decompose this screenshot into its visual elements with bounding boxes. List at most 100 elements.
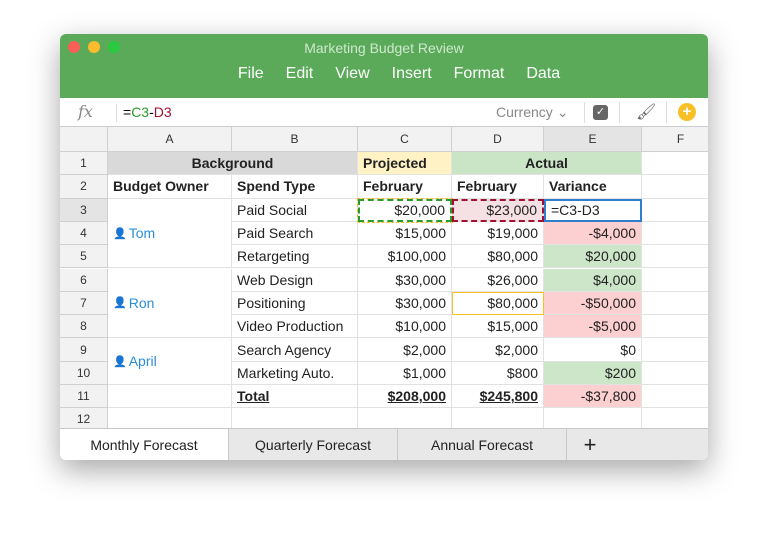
variance-cell[interactable]: -$5,000 xyxy=(544,315,642,339)
projected-cell[interactable]: $1,000 xyxy=(358,361,452,385)
empty-cell[interactable] xyxy=(642,362,708,385)
spend-type-cell[interactable]: Web Design xyxy=(232,268,358,292)
row-header-7[interactable]: 7 xyxy=(60,291,108,316)
menu-edit[interactable]: Edit xyxy=(286,65,314,83)
owner-cell[interactable]: 👤 Tom xyxy=(108,198,232,269)
empty-cell[interactable] xyxy=(642,245,708,269)
column-header-b[interactable]: B xyxy=(232,127,358,152)
subheader-variance[interactable]: Variance xyxy=(544,175,642,199)
format-dropdown[interactable]: Currency ⌄ xyxy=(496,104,568,121)
empty-cell[interactable] xyxy=(642,292,708,316)
actual-cell[interactable]: $23,000 xyxy=(452,198,544,222)
subheader-actual-february[interactable]: February xyxy=(452,175,544,199)
variance-cell[interactable]: -$37,800 xyxy=(544,385,642,409)
empty-cell[interactable] xyxy=(642,269,708,292)
empty-cell[interactable] xyxy=(642,338,708,362)
spend-type-cell[interactable]: Total xyxy=(232,385,358,409)
add-sheet-button[interactable]: + xyxy=(575,429,605,460)
spend-type-cell[interactable]: Positioning xyxy=(232,291,358,316)
owner-cell[interactable]: 👤 Ron xyxy=(108,268,232,339)
empty-cell[interactable] xyxy=(642,222,708,246)
row-header-11[interactable]: 11 xyxy=(60,385,108,409)
projected-cell[interactable]: $20,000 xyxy=(357,197,453,223)
spend-type-cell[interactable]: Search Agency xyxy=(232,338,358,362)
empty-cell[interactable] xyxy=(108,408,232,428)
variance-cell[interactable]: -$50,000 xyxy=(544,291,642,316)
actual-cell[interactable]: $15,000 xyxy=(452,315,544,339)
empty-cell[interactable] xyxy=(452,408,544,428)
variance-cell[interactable]: =C3-D3 xyxy=(544,198,642,222)
header-projected[interactable]: Projected xyxy=(358,152,452,176)
row-header-1[interactable]: 1 xyxy=(60,152,108,176)
paint-brush-icon[interactable]: 🖌 xyxy=(636,102,656,122)
actual-cell[interactable]: $26,000 xyxy=(452,268,544,292)
column-header-d[interactable]: D xyxy=(452,127,544,152)
row-header-12[interactable]: 12 xyxy=(60,408,108,428)
checkbox-icon[interactable]: ✓ xyxy=(593,105,608,120)
row-header-6[interactable]: 6 xyxy=(60,268,108,292)
subheader-spend-type[interactable]: Spend Type xyxy=(232,175,358,199)
subheader-projected-february[interactable]: February xyxy=(358,175,452,199)
projected-cell[interactable]: $208,000 xyxy=(358,385,452,409)
empty-cell[interactable] xyxy=(108,385,232,409)
actual-cell[interactable]: $2,000 xyxy=(452,338,544,362)
empty-cell[interactable] xyxy=(642,199,708,222)
spend-type-cell[interactable]: Video Production xyxy=(232,315,358,339)
tab-monthly-forecast[interactable]: Monthly Forecast xyxy=(60,429,229,460)
actual-cell[interactable]: $80,000 xyxy=(452,291,544,316)
variance-cell[interactable]: $20,000 xyxy=(544,245,642,269)
projected-cell[interactable]: $15,000 xyxy=(358,221,452,246)
menu-format[interactable]: Format xyxy=(454,65,505,83)
empty-cell[interactable] xyxy=(232,408,358,428)
menu-insert[interactable]: Insert xyxy=(392,65,432,83)
projected-cell[interactable]: $2,000 xyxy=(358,338,452,362)
column-header-a[interactable]: A xyxy=(108,127,232,152)
actual-cell[interactable]: $19,000 xyxy=(452,221,544,246)
column-header-c[interactable]: C xyxy=(358,127,452,152)
empty-cell[interactable] xyxy=(642,408,708,428)
variance-cell[interactable]: $4,000 xyxy=(544,268,642,292)
header-actual[interactable]: Actual xyxy=(452,152,642,176)
spend-type-cell[interactable]: Retargeting xyxy=(232,245,358,269)
header-background[interactable]: Background xyxy=(108,152,358,176)
column-header-e[interactable]: E xyxy=(544,127,642,152)
actual-cell[interactable]: $245,800 xyxy=(452,385,544,409)
projected-cell[interactable]: $30,000 xyxy=(358,268,452,292)
subheader-budget-owner[interactable]: Budget Owner xyxy=(108,175,232,199)
spend-type-cell[interactable]: Marketing Auto. xyxy=(232,361,358,385)
empty-cell[interactable] xyxy=(642,385,708,409)
row-header-10[interactable]: 10 xyxy=(60,361,108,385)
add-comment-icon[interactable]: + xyxy=(678,103,696,121)
empty-cell[interactable] xyxy=(642,315,708,339)
menu-data[interactable]: Data xyxy=(526,65,560,83)
function-icon[interactable]: fx xyxy=(78,102,93,121)
empty-cell[interactable] xyxy=(642,152,708,176)
empty-cell[interactable] xyxy=(642,175,708,199)
actual-cell[interactable]: $800 xyxy=(452,361,544,385)
projected-cell[interactable]: $100,000 xyxy=(358,245,452,269)
row-header-3[interactable]: 3 xyxy=(60,198,108,222)
variance-cell[interactable]: -$4,000 xyxy=(544,221,642,246)
projected-cell[interactable]: $10,000 xyxy=(358,315,452,339)
empty-cell[interactable] xyxy=(358,408,452,428)
select-all-corner[interactable] xyxy=(60,127,108,152)
variance-cell[interactable]: $200 xyxy=(544,361,642,385)
row-header-2[interactable]: 2 xyxy=(60,175,108,199)
owner-cell[interactable]: 👤 April xyxy=(108,338,232,385)
menu-view[interactable]: View xyxy=(335,65,369,83)
projected-cell[interactable]: $30,000 xyxy=(358,291,452,316)
spend-type-cell[interactable]: Paid Search xyxy=(232,221,358,246)
menu-file[interactable]: File xyxy=(238,65,264,83)
variance-cell[interactable]: $0 xyxy=(544,338,642,362)
row-header-8[interactable]: 8 xyxy=(60,315,108,339)
row-header-4[interactable]: 4 xyxy=(60,221,108,246)
spend-type-cell[interactable]: Paid Social xyxy=(232,198,358,222)
empty-cell[interactable] xyxy=(544,408,642,428)
column-header-f[interactable]: F xyxy=(642,127,708,152)
tab-annual-forecast[interactable]: Annual Forecast xyxy=(398,429,567,460)
sheet-grid[interactable]: A B C D E F 1 2 3 4 5 6 7 8 9 10 11 12 Background Projected… xyxy=(60,127,708,428)
actual-cell[interactable]: $80,000 xyxy=(452,245,544,269)
row-header-5[interactable]: 5 xyxy=(60,245,108,269)
row-header-9[interactable]: 9 xyxy=(60,338,108,362)
formula-input[interactable]: =C3-D3 xyxy=(116,104,172,122)
